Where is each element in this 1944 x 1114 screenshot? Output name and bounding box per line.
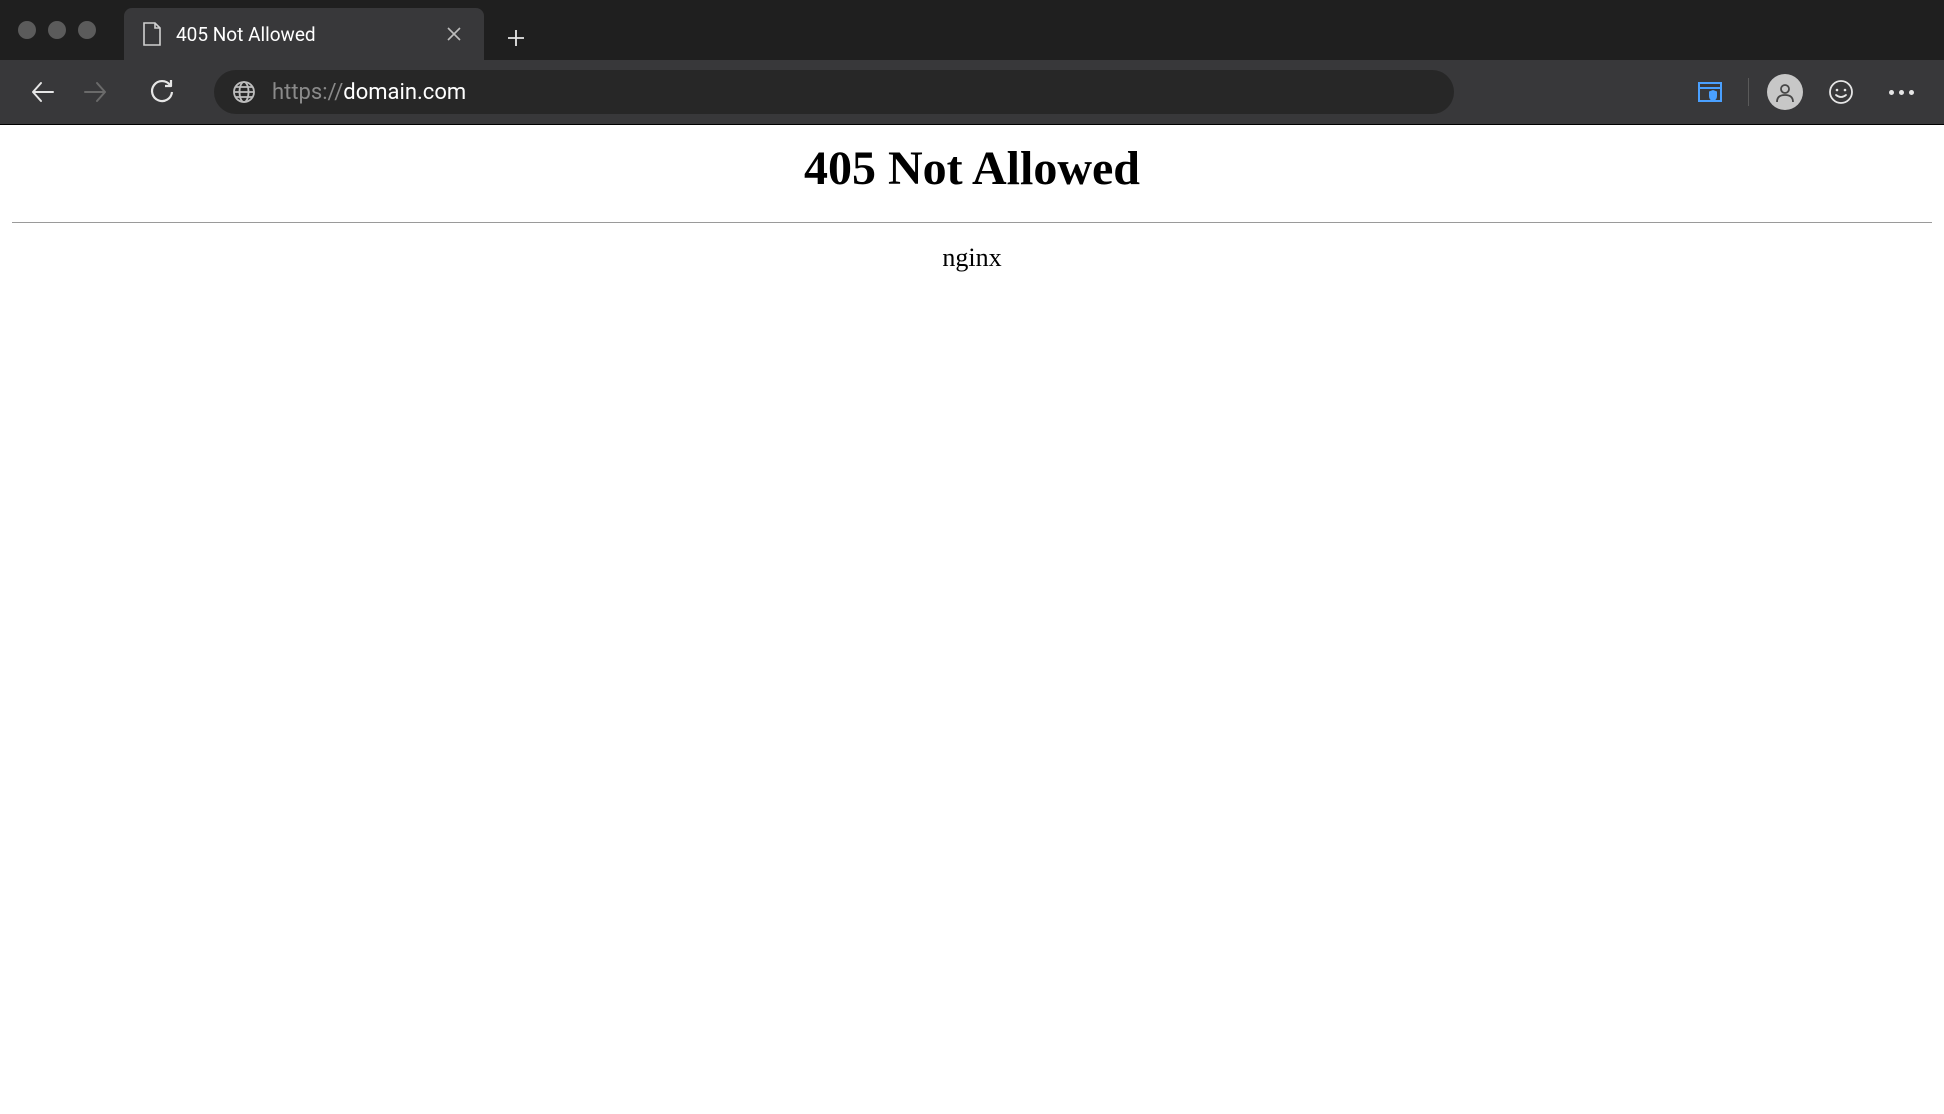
- tracking-prevention-icon[interactable]: [1690, 72, 1730, 112]
- browser-chrome: 405 Not Allowed: [0, 0, 1944, 125]
- browser-tab[interactable]: 405 Not Allowed: [124, 8, 484, 60]
- tab-close-button[interactable]: [442, 22, 466, 46]
- toolbar-right: [1690, 72, 1924, 112]
- more-button[interactable]: [1879, 80, 1924, 105]
- tab-title: 405 Not Allowed: [176, 23, 428, 46]
- forward-button[interactable]: [74, 70, 118, 114]
- window-minimize-button[interactable]: [48, 21, 66, 39]
- error-heading: 405 Not Allowed: [12, 141, 1932, 196]
- back-button[interactable]: [20, 70, 64, 114]
- feedback-icon[interactable]: [1821, 72, 1861, 112]
- url-text[interactable]: https://domain.com: [272, 80, 1436, 105]
- page-content: 405 Not Allowed nginx: [0, 125, 1944, 287]
- divider-line: [12, 222, 1932, 223]
- window-controls: [18, 21, 96, 39]
- url-protocol: https://: [272, 80, 343, 105]
- server-name: nginx: [12, 243, 1932, 273]
- page-icon: [142, 22, 162, 46]
- url-domain: domain.com: [343, 80, 466, 105]
- new-tab-button[interactable]: [494, 16, 538, 60]
- tab-strip: 405 Not Allowed: [124, 0, 538, 60]
- titlebar: 405 Not Allowed: [0, 0, 1944, 60]
- refresh-button[interactable]: [140, 70, 184, 114]
- address-bar[interactable]: https://domain.com: [214, 70, 1454, 114]
- globe-icon: [232, 80, 256, 104]
- toolbar: https://domain.com: [0, 60, 1944, 124]
- toolbar-divider: [1748, 78, 1749, 106]
- profile-button[interactable]: [1767, 74, 1803, 110]
- window-close-button[interactable]: [18, 21, 36, 39]
- window-maximize-button[interactable]: [78, 21, 96, 39]
